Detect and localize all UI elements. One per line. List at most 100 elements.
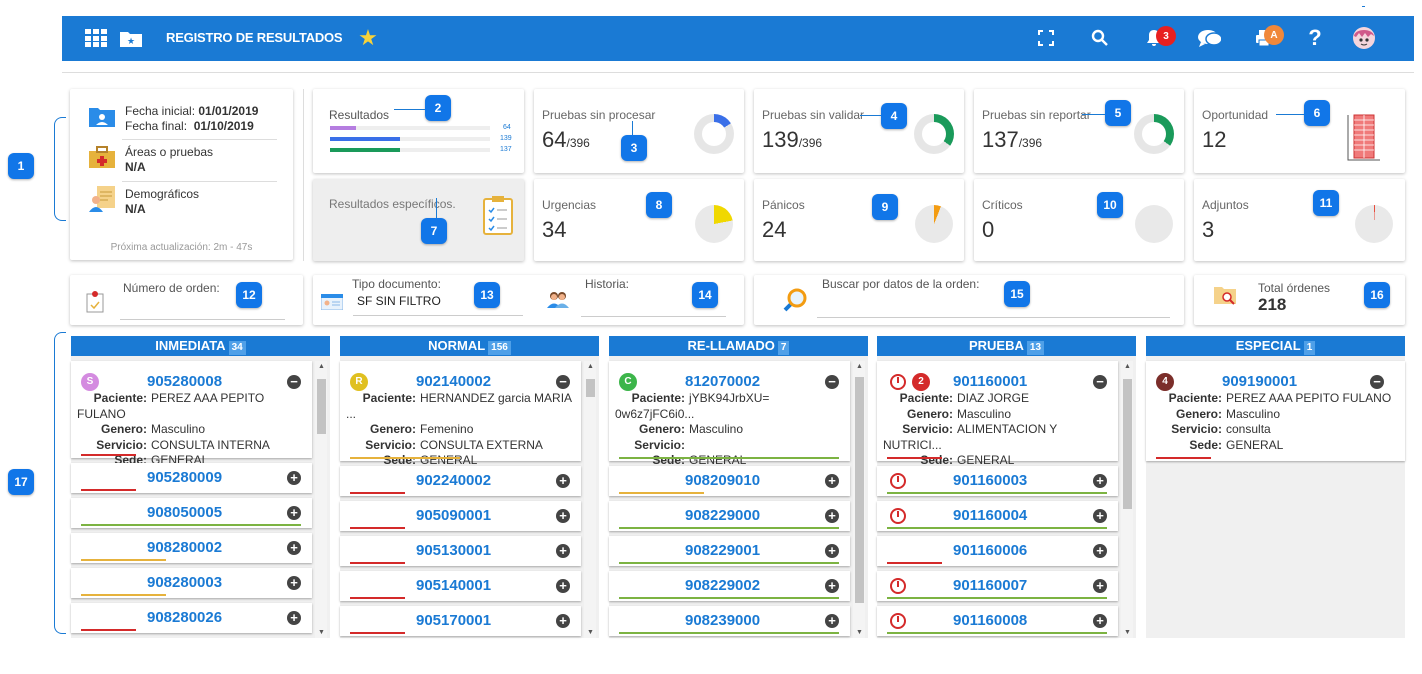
order-number[interactable]: 902240002 (416, 472, 491, 489)
scroll-up-arrow[interactable]: ▲ (856, 363, 863, 370)
scroll-up-arrow[interactable]: ▲ (587, 363, 594, 370)
scroll-down-arrow[interactable]: ▼ (856, 629, 863, 636)
order-card[interactable]: 905130001 + (340, 536, 581, 566)
metric-pruebas-sin-reportar[interactable]: Pruebas sin reportar 137/396 (974, 89, 1184, 173)
column-scrollbar[interactable]: ▲ ▼ (1121, 361, 1133, 638)
historia-input[interactable] (581, 316, 726, 317)
order-number[interactable]: 905280008 (147, 373, 222, 390)
scroll-thumb[interactable] (855, 377, 864, 603)
order-card-expanded[interactable]: C 812070002 − Paciente: jYBK94JrbXU= 0w6z7jF… (609, 361, 850, 467)
expand-icon[interactable]: + (556, 544, 570, 558)
numero-orden-input[interactable] (120, 319, 285, 320)
scroll-down-arrow[interactable]: ▼ (1124, 629, 1131, 636)
order-number[interactable]: 901160003 (953, 472, 1027, 489)
scroll-up-arrow[interactable]: ▲ (1124, 363, 1131, 370)
order-number[interactable]: 905140001 (416, 577, 491, 594)
expand-icon[interactable]: + (825, 614, 839, 628)
apps-grid-icon[interactable] (84, 26, 108, 50)
favorites-folder-icon[interactable]: ★ (119, 26, 143, 50)
expand-icon[interactable]: + (825, 579, 839, 593)
expand-icon[interactable]: + (287, 576, 301, 590)
order-card[interactable]: 908209010 + (609, 466, 850, 496)
user-avatar[interactable] (1352, 26, 1376, 50)
column-header[interactable]: NORMAL 156 (340, 336, 599, 356)
collapse-icon[interactable]: − (1370, 375, 1384, 389)
column-scrollbar[interactable]: ▲ ▼ (315, 361, 327, 638)
order-card[interactable]: 901160004 + (877, 501, 1118, 531)
scroll-down-arrow[interactable]: ▼ (587, 629, 594, 636)
expand-icon[interactable]: + (1093, 544, 1107, 558)
order-card[interactable]: 901160003 + (877, 466, 1118, 496)
order-card-expanded[interactable]: 4 909190001 − Paciente: PEREZ AAA PEPITO FUL… (1146, 361, 1405, 461)
order-number[interactable]: 908280026 (147, 609, 222, 626)
order-number[interactable]: 901160001 (953, 373, 1027, 390)
order-number[interactable]: 902140002 (416, 373, 491, 390)
column-scrollbar[interactable]: ▲ ▼ (853, 361, 865, 638)
help-icon[interactable]: ? (1303, 25, 1327, 50)
collapse-icon[interactable]: − (825, 375, 839, 389)
order-number[interactable]: 908229000 (685, 507, 760, 524)
order-number[interactable]: 905090001 (416, 507, 491, 524)
column-header[interactable]: ESPECIAL 1 (1146, 336, 1405, 356)
order-number[interactable]: 905130001 (416, 542, 491, 559)
collapse-icon[interactable]: − (556, 375, 570, 389)
order-card[interactable]: 908229000 + (609, 501, 850, 531)
order-card[interactable]: 901160006 + (877, 536, 1118, 566)
expand-icon[interactable]: + (556, 509, 570, 523)
order-number[interactable]: 908280003 (147, 574, 222, 591)
order-number[interactable]: 908229001 (685, 542, 760, 559)
expand-icon[interactable]: + (287, 471, 301, 485)
order-card[interactable]: 908280026 + (71, 603, 312, 633)
order-card[interactable]: 902240002 + (340, 466, 581, 496)
order-card-expanded[interactable]: S 905280008 − Paciente: PEREZ AAA PEPITO FUL… (71, 361, 312, 467)
order-number[interactable]: 905170001 (416, 612, 491, 629)
order-number[interactable]: 905280009 (147, 469, 222, 486)
order-card-expanded[interactable]: R 902140002 − Paciente: HERNANDEZ garcia MAR… (340, 361, 581, 467)
resultados-especificos-card[interactable]: Resultados específicos. (313, 179, 524, 261)
metric-adjuntos[interactable]: Adjuntos 3 (1194, 179, 1405, 261)
order-card[interactable]: 908229002 + (609, 571, 850, 601)
expand-icon[interactable]: + (287, 541, 301, 555)
order-card[interactable]: 908229001 + (609, 536, 850, 566)
metric-oportunidad[interactable]: Oportunidad 12 (1194, 89, 1405, 173)
expand-icon[interactable]: + (1093, 614, 1107, 628)
order-number[interactable]: 901160006 (953, 542, 1027, 559)
collapse-icon[interactable]: − (287, 375, 301, 389)
scroll-up-arrow[interactable]: ▲ (318, 363, 325, 370)
order-card[interactable]: 908239000 + (609, 606, 850, 636)
scroll-down-arrow[interactable]: ▼ (318, 629, 325, 636)
column-header[interactable]: RE-LLAMADO 7 (609, 336, 868, 356)
expand-icon[interactable]: + (556, 474, 570, 488)
column-scrollbar[interactable]: ▲ ▼ (584, 361, 596, 638)
order-card[interactable]: 905170001 + (340, 606, 581, 636)
expand-icon[interactable]: + (287, 506, 301, 520)
order-number[interactable]: 908239000 (685, 612, 760, 629)
resultados-card[interactable]: Resultados 64 139 137 (313, 89, 524, 173)
expand-icon[interactable]: + (825, 544, 839, 558)
column-header[interactable]: PRUEBA 13 (877, 336, 1136, 356)
column-header[interactable]: INMEDIATA 34 (71, 336, 330, 356)
order-number[interactable]: 908280002 (147, 539, 222, 556)
metric-pruebas-sin-validar[interactable]: Pruebas sin validar 139/396 (754, 89, 964, 173)
order-number[interactable]: 901160004 (953, 507, 1027, 524)
order-number[interactable]: 909190001 (1222, 373, 1297, 390)
metric-criticos[interactable]: Críticos 0 (974, 179, 1184, 261)
order-card[interactable]: 901160007 + (877, 571, 1118, 601)
scroll-thumb[interactable] (586, 379, 595, 397)
order-card[interactable]: 908280002 + (71, 533, 312, 563)
metric-urgencias[interactable]: Urgencias 34 (534, 179, 744, 261)
chat-icon[interactable] (1197, 26, 1221, 50)
order-card[interactable]: 908280003 + (71, 568, 312, 598)
search-icon[interactable] (1088, 26, 1112, 50)
expand-icon[interactable]: + (556, 614, 570, 628)
order-card[interactable]: 908050005 + (71, 498, 312, 528)
expand-icon[interactable]: + (556, 579, 570, 593)
expand-icon[interactable]: + (1093, 509, 1107, 523)
order-number[interactable]: 901160008 (953, 612, 1027, 629)
expand-icon[interactable]: + (1093, 474, 1107, 488)
tipo-documento-select[interactable]: SF SIN FILTRO (357, 294, 441, 308)
order-card-expanded[interactable]: 2 901160001 − Paciente: DIAZ JORGE Genero: Mas… (877, 361, 1118, 467)
order-card[interactable]: 905090001 + (340, 501, 581, 531)
order-card[interactable]: 901160008 + (877, 606, 1118, 636)
order-number[interactable]: 908229002 (685, 577, 760, 594)
